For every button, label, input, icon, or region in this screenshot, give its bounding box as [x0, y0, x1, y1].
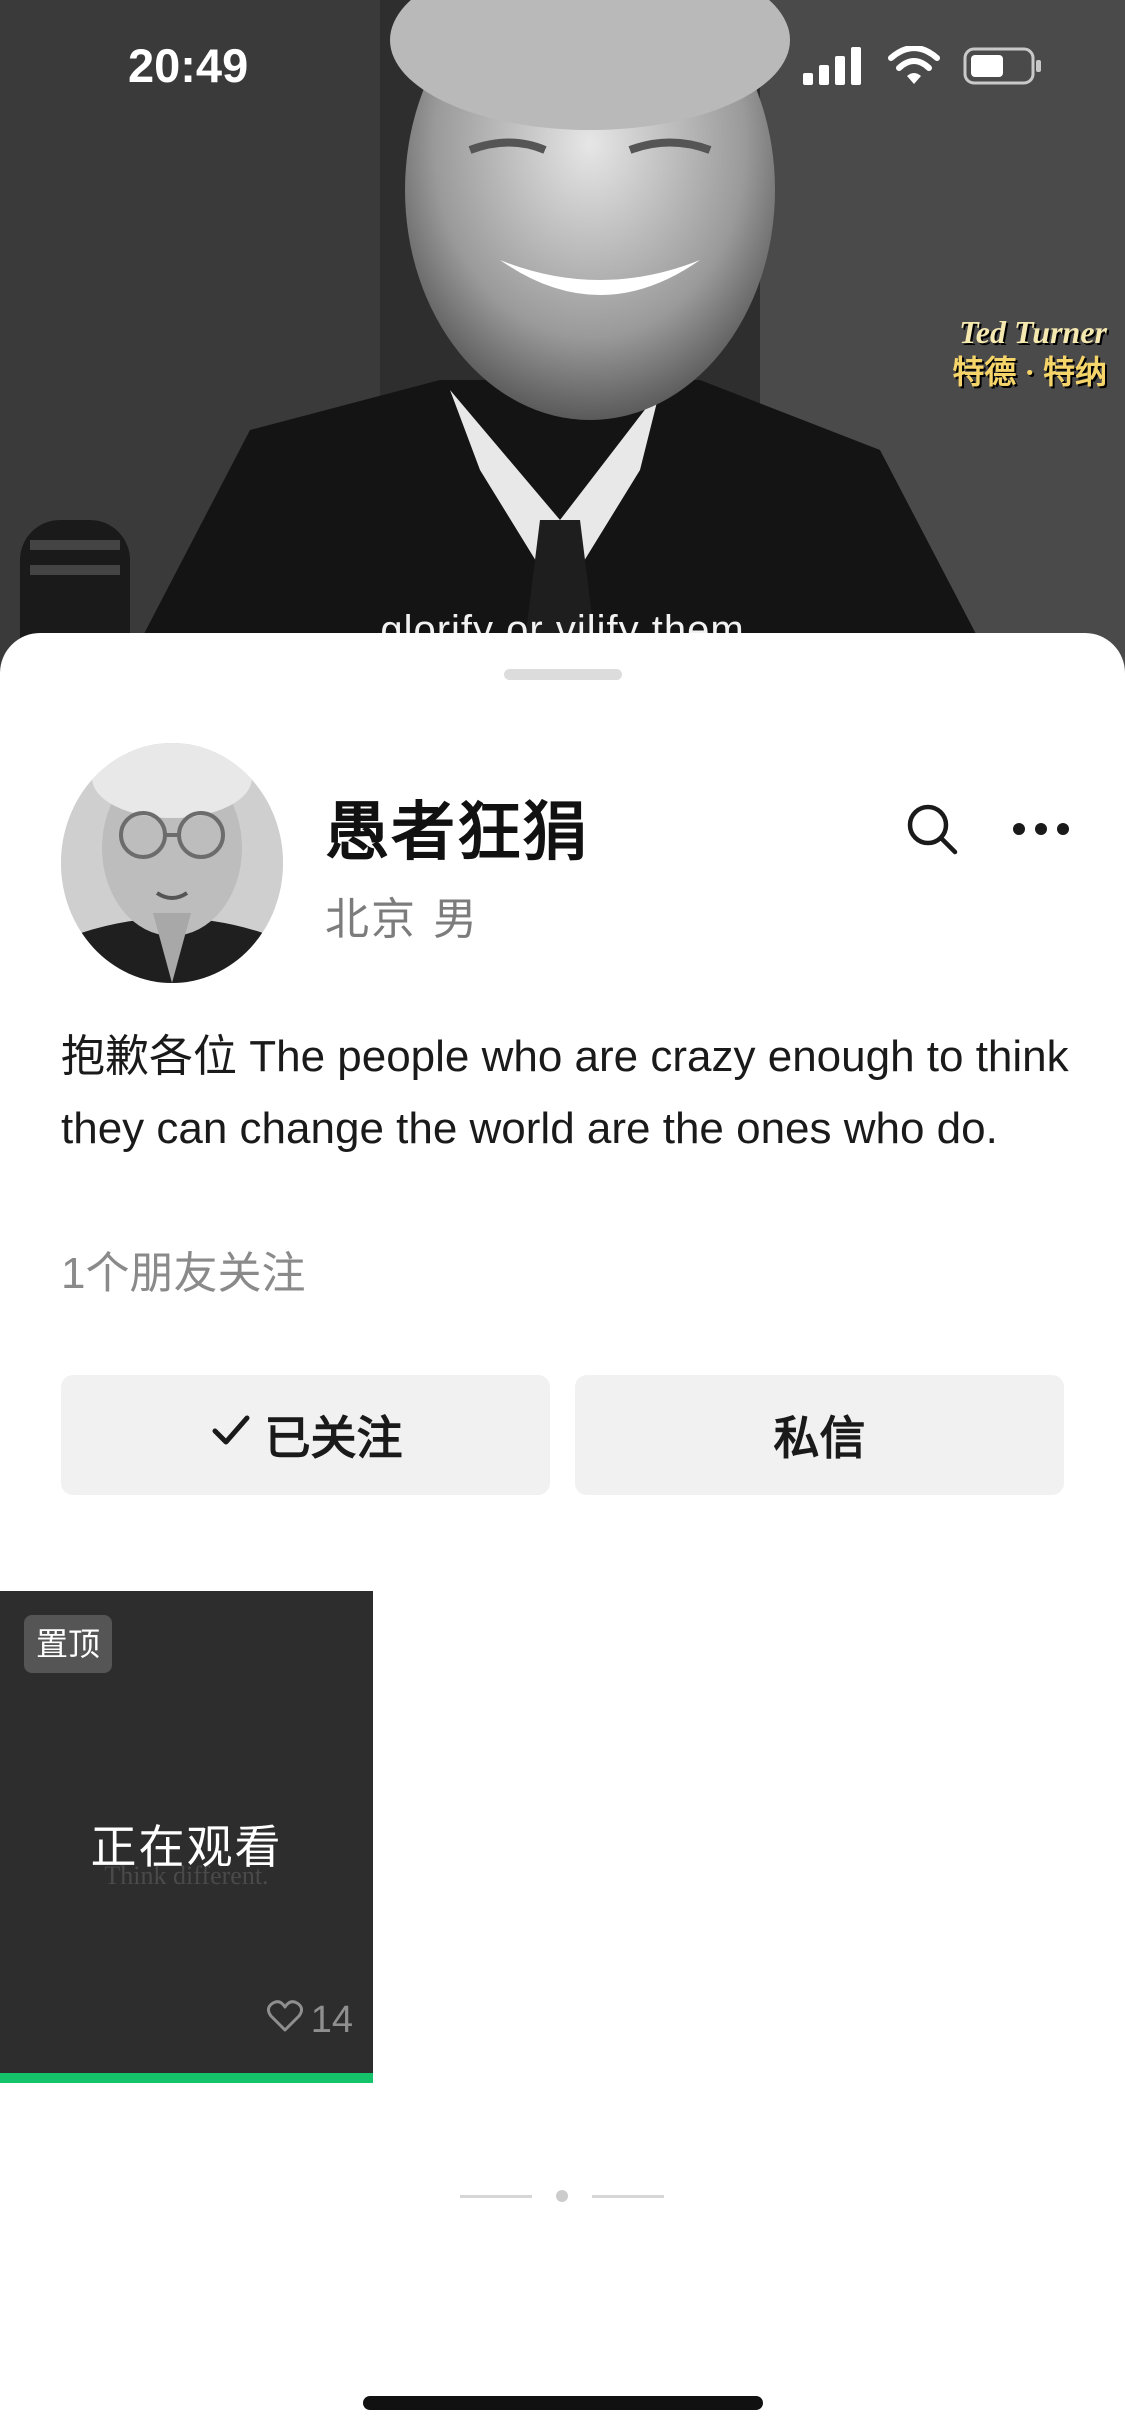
page-indicator: [460, 2187, 665, 2207]
signal-icon: [803, 47, 865, 89]
friends-follow-count[interactable]: 1个朋友关注: [61, 1237, 305, 1301]
wifi-icon: [887, 45, 941, 90]
home-indicator[interactable]: [363, 2396, 763, 2410]
video-tile[interactable]: Think different. 置顶 正在观看 14: [0, 1591, 373, 2079]
search-icon[interactable]: [896, 793, 968, 865]
status-time: 20:49: [128, 39, 249, 92]
page-indicator-line-right: [592, 2195, 664, 2198]
video-likes: 14: [266, 1999, 353, 2042]
name-tag-chinese: 特德 · 特纳: [952, 354, 1107, 390]
avatar[interactable]: [61, 743, 283, 983]
profile-bio: 抱歉各位 The people who are crazy enough to …: [61, 1032, 1069, 1153]
battery-icon: [963, 47, 1043, 89]
page-indicator-line-left: [460, 2195, 532, 2198]
likes-count: 14: [310, 1999, 353, 2041]
following-button[interactable]: 已关注: [61, 1375, 550, 1495]
message-button[interactable]: 私信: [575, 1375, 1064, 1495]
video-progress-fill: [0, 2073, 373, 2083]
more-dots-icon[interactable]: [1005, 793, 1077, 865]
name-tag-english: Ted Turner: [959, 314, 1107, 350]
profile-sheet: 愚者狂狷 北京 男 抱歉各位 The people who are crazy …: [0, 633, 1125, 2436]
status-icons: [803, 45, 1043, 90]
now-watching-label: 正在观看: [90, 1820, 283, 1874]
page-indicator-dot: [556, 2190, 568, 2202]
profile-location-gender: 北京 男: [325, 894, 479, 945]
sheet-drag-handle[interactable]: [504, 669, 622, 680]
profile-screen: Ted Turner 特德 · 特纳 glorify or vilify the…: [0, 0, 1125, 2436]
heart-icon: [266, 1999, 303, 2042]
pinned-badge: 置顶: [24, 1615, 113, 1673]
video-name-tag: Ted Turner 特德 · 特纳: [952, 312, 1107, 392]
check-icon: [209, 1408, 253, 1463]
profile-name: 愚者狂狷: [325, 796, 589, 870]
video-progress-bar: [0, 2073, 373, 2083]
status-bar: 20:49: [0, 0, 1125, 130]
message-button-label: 私信: [773, 1411, 866, 1465]
following-button-label: 已关注: [264, 1411, 403, 1465]
